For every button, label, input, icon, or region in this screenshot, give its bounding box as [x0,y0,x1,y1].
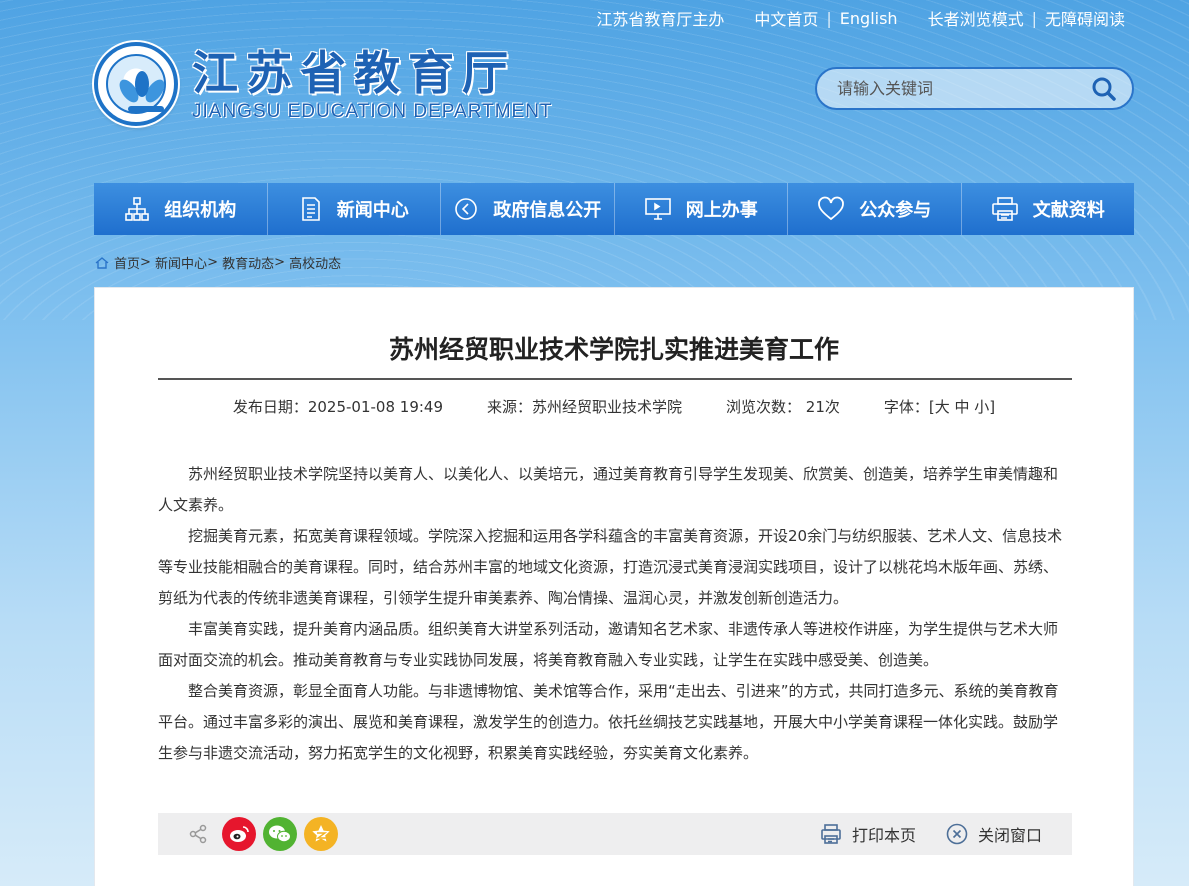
breadcrumb-edu-news[interactable]: 教育动态 [222,253,274,272]
font-size-selector[interactable]: 字体：[大 中 小] [884,396,995,417]
share-qzone-button[interactable] [304,817,338,851]
article-meta: 发布日期：2025-01-08 19:49 来源：苏州经贸职业技术学院 浏览次数… [95,396,1133,417]
broadcast-icon [455,198,478,220]
print-button[interactable]: 打印本页 [820,822,916,846]
nav-label: 公众参与 [859,200,932,221]
weibo-icon [230,826,249,842]
top-links: 江苏省教育厅主办 中文首页 | English 长者浏览模式 | 无障碍阅读 [596,6,1125,30]
share-icon [189,824,207,844]
print-label: 打印本页 [851,826,916,845]
share-bar: 打印本页 关闭窗口 [158,813,1072,855]
search-input[interactable] [817,69,1082,108]
emblem-icon [94,42,178,126]
monitor-icon [644,198,671,220]
close-window-button[interactable]: 关闭窗口 [946,822,1042,846]
divider: | [1031,8,1037,28]
nav-label: 新闻中心 [336,200,409,221]
article-source: 来源：苏州经贸职业技术学院 [487,398,683,416]
sponsor-text: 江苏省教育厅主办 [596,10,725,29]
elder-mode-link[interactable]: 长者浏览模式 [928,6,1024,30]
article-body: 苏州经贸职业技术学院坚持以美育人、以美化人、以美培元，通过美育教育引导学生发现美… [158,459,1072,769]
site-logo[interactable]: 江苏省教育厅 JIANGSU EDUCATION DEPARTMENT [94,42,553,126]
main-nav: 组织机构 新闻中心 政府信息公开 网上办事 公众参与 文献资料 [94,183,1134,235]
search-box [815,67,1134,110]
breadcrumb-news[interactable]: 新闻中心 [155,253,207,272]
heart-icon [818,196,845,221]
nav-label: 政府信息公开 [493,200,602,221]
search-button[interactable] [1082,69,1126,108]
view-count: 浏览次数： 21次 [726,398,840,416]
title-divider [158,378,1072,380]
close-icon [946,823,968,845]
star-icon [312,825,330,842]
nav-item-news[interactable]: 新闻中心 [268,183,441,235]
home-cn-link[interactable]: 中文首页 [754,6,818,30]
article-panel: 苏州经贸职业技术学院扎实推进美育工作 发布日期：2025-01-08 19:49… [94,287,1134,886]
logo-title-en: JIANGSU EDUCATION DEPARTMENT [192,101,553,122]
logo-title-cn: 江苏省教育厅 [192,46,516,100]
publish-date: 发布日期：2025-01-08 19:49 [232,398,444,416]
divider: | [826,8,832,28]
accessible-reading-link[interactable]: 无障碍阅读 [1045,6,1125,30]
nav-label: 文献资料 [1032,200,1105,221]
article-paragraph: 整合美育资源，彰显全面育人功能。与非遗博物馆、美术馆等合作，采用“走出去、引进来… [158,682,1059,762]
article-paragraph: 丰富美育实践，提升美育内涵品质。组织美育大讲堂系列活动，邀请知名艺术家、非遗传承… [158,620,1059,669]
home-icon [95,256,109,269]
nav-label: 组织机构 [164,200,237,221]
nav-item-gov-info[interactable]: 政府信息公开 [441,183,615,235]
share-wechat-button[interactable] [263,817,297,851]
breadcrumb: 首页 > 新闻中心 > 教育动态 > 高校动态 [95,253,341,272]
org-chart-icon [125,197,150,221]
article-paragraph: 挖掘美育元素，拓宽美育课程领域。学院深入挖掘和运用各学科蕴含的丰富美育资源，开设… [158,527,1063,607]
wechat-icon [269,825,291,843]
share-weibo-button[interactable] [222,817,256,851]
nav-item-org[interactable]: 组织机构 [94,183,268,235]
search-icon [1092,77,1116,101]
nav-item-docs[interactable]: 文献资料 [962,183,1135,235]
english-link[interactable]: English [840,9,898,28]
document-icon [301,197,320,221]
breadcrumb-home[interactable]: 首页 [114,253,140,272]
breadcrumb-current[interactable]: 高校动态 [289,253,341,272]
article-title: 苏州经贸职业技术学院扎实推进美育工作 [388,335,839,364]
nav-label: 网上办事 [685,200,758,221]
printer-icon [991,197,1018,221]
close-label: 关闭窗口 [977,826,1042,845]
article-paragraph: 苏州经贸职业技术学院坚持以美育人、以美化人、以美培元，通过美育教育引导学生发现美… [158,465,1059,514]
printer-icon [821,824,841,844]
nav-item-online-service[interactable]: 网上办事 [615,183,788,235]
nav-item-public[interactable]: 公众参与 [788,183,962,235]
